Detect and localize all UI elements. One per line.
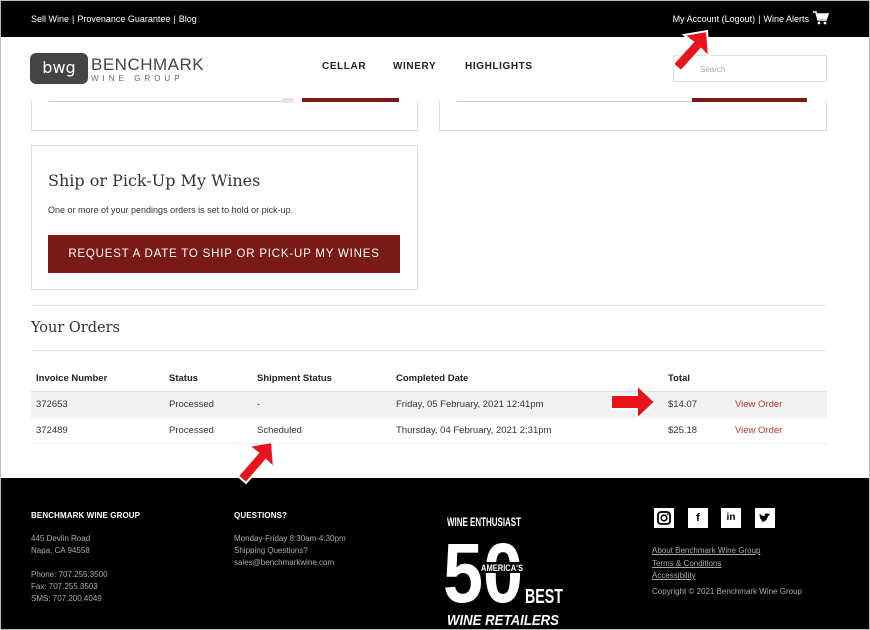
brand-name: BENCHMARK <box>91 55 205 74</box>
provenance-guarantee-link[interactable]: Provenance Guarantee <box>77 14 170 24</box>
logout-link[interactable]: (Logout) <box>722 14 756 24</box>
cart-icon[interactable] <box>813 11 829 25</box>
brand-wordmark[interactable]: BENCHMARK WINE GROUP <box>91 55 204 83</box>
top-bar: Sell Wine | Provenance Guarantee | Blog My A… <box>1 1 869 37</box>
footer-company-heading: BENCHMARK WINE GROUP <box>31 511 141 520</box>
terms-link[interactable]: Terms & Conditions <box>652 558 761 571</box>
award-line2: BEST <box>525 586 563 608</box>
my-account-link[interactable]: My Account <box>673 14 720 24</box>
footer-phone: Phone: 707.255.3500 <box>31 570 108 579</box>
orders-divider <box>31 350 827 351</box>
request-ship-date-button[interactable]: REQUEST A DATE TO SHIP OR PICK-UP MY WIN… <box>48 235 400 273</box>
annotation-arrow-total <box>610 382 657 422</box>
wine-alerts-link[interactable]: Wine Alerts <box>763 14 809 24</box>
footer-shipping-questions: Shipping Questions? <box>234 546 308 555</box>
orders-title: Your Orders <box>31 320 120 336</box>
brand-subtitle: WINE GROUP <box>91 74 184 83</box>
col-total: Total <box>663 367 730 392</box>
panel-partial-left <box>31 98 418 131</box>
footer-questions: QUESTIONS? Monday-Friday 8:30am-4:30pm S… <box>234 511 346 569</box>
copyright: Copyright © 2021 Benchmark Wine Group <box>652 587 802 596</box>
order-total: $25.18 <box>663 417 730 444</box>
accessibility-link[interactable]: Accessibility <box>652 570 761 583</box>
col-action <box>730 367 827 392</box>
nav-cellar[interactable]: CELLAR <box>322 61 366 72</box>
footer-fax: Fax: 707.255.3503 <box>31 582 98 591</box>
award-line3: WINE RETAILERS <box>447 612 559 629</box>
view-order-link[interactable]: View Order <box>735 399 782 410</box>
col-shipment-status: Shipment Status <box>252 367 391 392</box>
site-header: bwg BENCHMARK WINE GROUP CELLAR WINERY H… <box>1 37 869 101</box>
invoice-number: 372653 <box>31 391 164 418</box>
section-divider <box>31 305 827 306</box>
top-links: Sell Wine | Provenance Guarantee | Blog <box>31 14 197 24</box>
footer-address-line2: Napa, CA 94558 <box>31 546 90 555</box>
invoice-number: 372489 <box>31 417 164 444</box>
col-status: Status <box>164 367 252 392</box>
footer-company: BENCHMARK WINE GROUP 445 Devlin Road Nap… <box>31 511 140 605</box>
facebook-icon[interactable]: f <box>688 508 708 528</box>
orders-header-row: Invoice Number Status Shipment Status Co… <box>31 367 827 392</box>
orders-table: Invoice Number Status Shipment Status Co… <box>31 367 827 444</box>
order-total: $14.07 <box>663 391 730 418</box>
ship-pickup-note: One or more of your pendings orders is s… <box>48 205 294 215</box>
view-order-link[interactable]: View Order <box>735 425 782 436</box>
twitter-icon[interactable] <box>755 508 775 528</box>
account-links: My Account (Logout) | Wine Alerts <box>672 14 809 24</box>
award-line1: AMERICA'S <box>481 563 523 573</box>
about-link[interactable]: About Benchmark Wine Group <box>652 545 761 558</box>
input-stub-right <box>457 101 695 102</box>
shipment-status: - <box>252 391 391 418</box>
panel-partial-right <box>439 98 827 131</box>
linkedin-icon[interactable]: in <box>721 508 741 528</box>
wine-enthusiast-award-badge: WINE ENTHUSIAST 50 AMERICA'S BEST WINE R… <box>443 515 563 629</box>
input-stub-left <box>49 101 294 102</box>
blog-link[interactable]: Blog <box>179 14 197 24</box>
logo-mark[interactable]: bwg <box>30 53 88 84</box>
ship-pickup-title: Ship or Pick-Up My Wines <box>48 171 261 190</box>
annotation-arrow-shipment <box>236 440 276 485</box>
footer-hours: Monday-Friday 8:30am-4:30pm <box>234 534 346 543</box>
button-stub-right[interactable] <box>692 98 807 102</box>
sell-wine-link[interactable]: Sell Wine <box>31 14 69 24</box>
input-stub-handle <box>282 98 294 103</box>
footer-sms: SMS: 707.200.4049 <box>31 594 102 603</box>
annotation-arrow-account <box>671 29 711 73</box>
page-frame: Sell Wine | Provenance Guarantee | Blog My A… <box>0 0 870 630</box>
table-row: 372653 Processed - Friday, 05 February, … <box>31 391 827 418</box>
nav-highlights[interactable]: HIGHLIGHTS <box>465 61 533 72</box>
button-stub-left[interactable] <box>302 98 399 102</box>
col-invoice-number: Invoice Number <box>31 367 164 392</box>
nav-winery[interactable]: WINERY <box>393 61 436 72</box>
footer-links: About Benchmark Wine Group Terms & Condi… <box>652 545 761 583</box>
footer-questions-heading: QUESTIONS? <box>234 511 288 520</box>
table-row: 372489 Processed Scheduled Thursday, 04 … <box>31 417 827 444</box>
order-status: Processed <box>164 391 252 418</box>
footer-address-line1: 445 Devlin Road <box>31 534 91 543</box>
site-footer: BENCHMARK WINE GROUP 445 Devlin Road Nap… <box>1 478 869 629</box>
footer-email[interactable]: sales@benchmarkwine.com <box>234 557 346 569</box>
instagram-icon[interactable] <box>654 508 674 528</box>
